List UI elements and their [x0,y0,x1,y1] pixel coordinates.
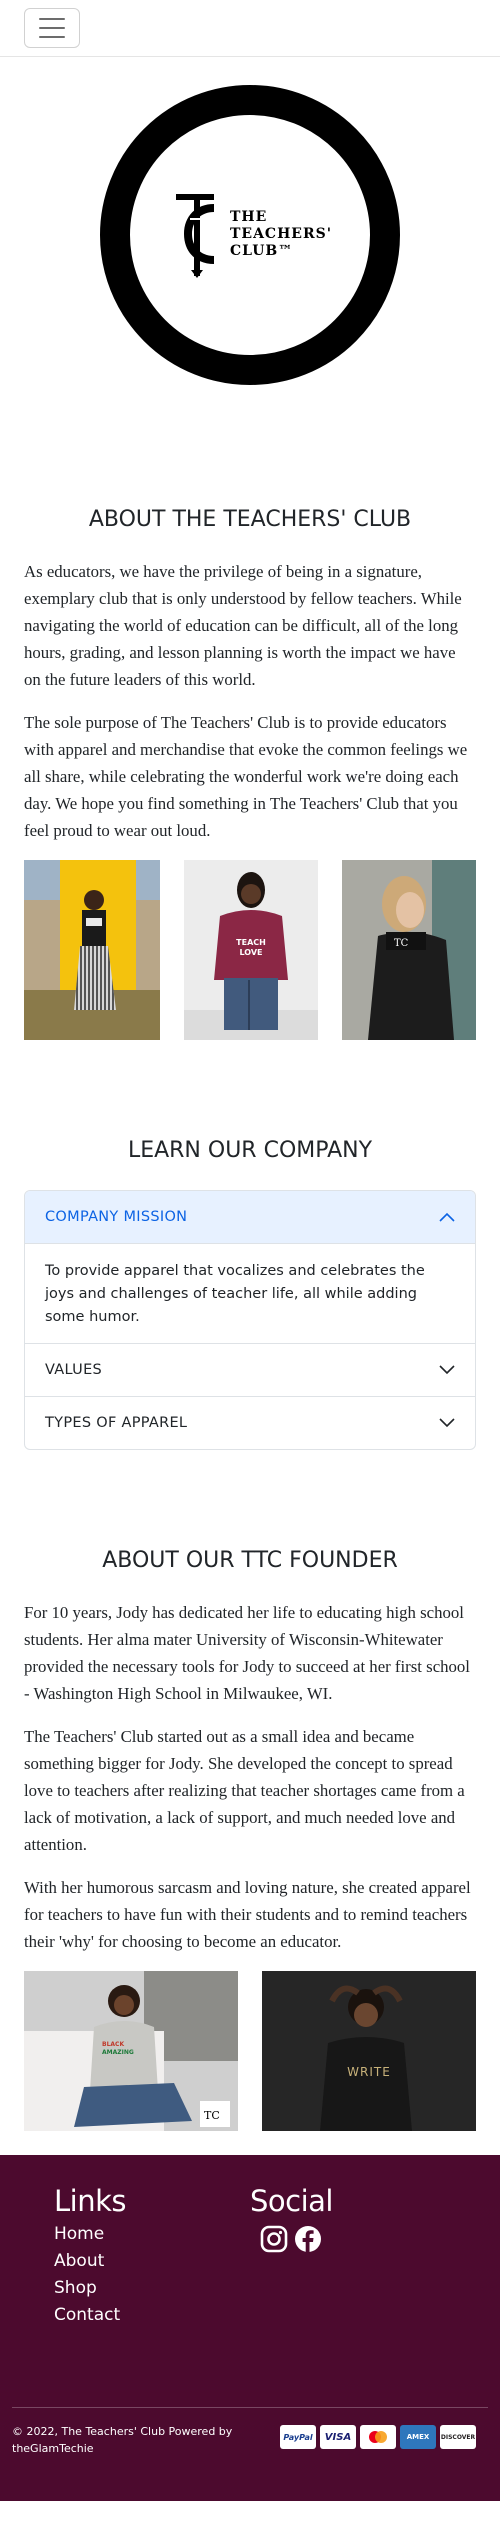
accordion-label: VALUES [45,1362,103,1378]
logo-section: THE TEACHERS' CLUB™ [0,57,500,412]
chevron-down-icon [439,1418,455,1428]
learn-title: LEARN OUR COMPANY [127,1138,373,1163]
chevron-down-icon [439,1365,455,1375]
mastercard-card-icon [360,2425,396,2449]
model-photo-yellow [24,860,160,1040]
accordion-values[interactable]: VALUES [25,1343,475,1396]
hamburger-menu-icon[interactable] [24,8,80,48]
footer-link-home[interactable]: Home [54,2221,250,2248]
teachers-club-logo: THE TEACHERS' CLUB™ [100,84,400,385]
svg-text:TC: TC [394,938,409,949]
model-photo-jacket: TC [342,860,476,1040]
footer-social-title: Social [250,2184,333,2218]
paypal-card-icon: PayPal [280,2425,316,2449]
footer-social-column: Social [250,2183,446,2329]
about-photo-row: TEACH LOVE TC [0,860,500,1040]
about-title: ABOUT THE TEACHERS' CLUB [88,507,412,532]
footer-divider [12,2407,488,2408]
facebook-icon[interactable] [294,2225,322,2253]
amex-card-icon: AMEX [400,2425,436,2449]
logo-line-3: CLUB™ [229,243,294,259]
copyright-text: © 2022, The Teachers' Club Powered by th… [12,2425,233,2455]
payment-methods: PayPal VISA AMEX DISCOVER [280,2425,476,2449]
footer-link-contact[interactable]: Contact [54,2302,250,2329]
footer-link-about[interactable]: About [54,2248,250,2275]
accordion-label: TYPES OF APPAREL [45,1415,188,1431]
founder-paragraph-3: With her humorous sarcasm and loving nat… [24,1878,471,1951]
chevron-up-icon [439,1212,455,1222]
founder-paragraph-2: The Teachers' Club started out as a smal… [24,1727,465,1854]
model-photo-hoodie: TEACH LOVE [184,860,318,1040]
hoodie-print: TEACH LOVE [236,938,266,957]
footer-link-shop[interactable]: Shop [54,2275,250,2302]
logo-wordmark: THE TEACHERS' CLUB™ [230,209,332,260]
founder-shirt-print: BLACK AMAZING [102,2041,134,2056]
discover-card-icon: DISCOVER [440,2425,476,2449]
about-section: ABOUT THE TEACHERS' CLUB As educators, w… [0,505,500,1040]
navbar [0,0,500,57]
svg-text:TC: TC [204,2109,220,2122]
founder-title: ABOUT OUR TTC FOUNDER [102,1548,398,1573]
founder-paragraph-1: For 10 years, Jody has dedicated her lif… [24,1603,470,1703]
instagram-icon[interactable] [260,2225,288,2253]
accordion-label: COMPANY MISSION [45,1209,188,1225]
tc-monogram-icon [175,193,214,278]
footer-links-title: Links [54,2184,127,2218]
footer: Links Home About Shop Contact Social © 2… [0,2155,500,2501]
founder-photo-2: WRITE [262,1971,476,2131]
founder-section: ABOUT OUR TTC FOUNDER For 10 years, Jody… [0,1546,500,2131]
about-paragraph-1: As educators, we have the privilege of b… [24,562,462,689]
logo-line-2: TEACHERS' [229,226,333,242]
visa-card-icon: VISA [320,2425,356,2449]
accordion-body-company-mission: To provide apparel that vocalizes and ce… [45,1263,425,1325]
founder-photo-row: TC BLACK AMAZING WRITE [0,1971,500,2131]
footer-links-column: Links Home About Shop Contact [54,2183,250,2329]
accordion-company-mission[interactable]: COMPANY MISSION [25,1191,475,1244]
founder-shirt-print-2: WRITE [347,2065,391,2079]
founder-photo-1: TC BLACK AMAZING [24,1971,238,2131]
learn-section: LEARN OUR COMPANY COMPANY MISSION To pro… [0,1136,500,1450]
about-paragraph-2: The sole purpose of The Teachers' Club i… [24,713,468,840]
accordion-types-of-apparel[interactable]: TYPES OF APPAREL [25,1396,475,1449]
logo-line-1: THE [229,209,268,225]
company-accordion: COMPANY MISSION To provide apparel that … [24,1190,476,1450]
